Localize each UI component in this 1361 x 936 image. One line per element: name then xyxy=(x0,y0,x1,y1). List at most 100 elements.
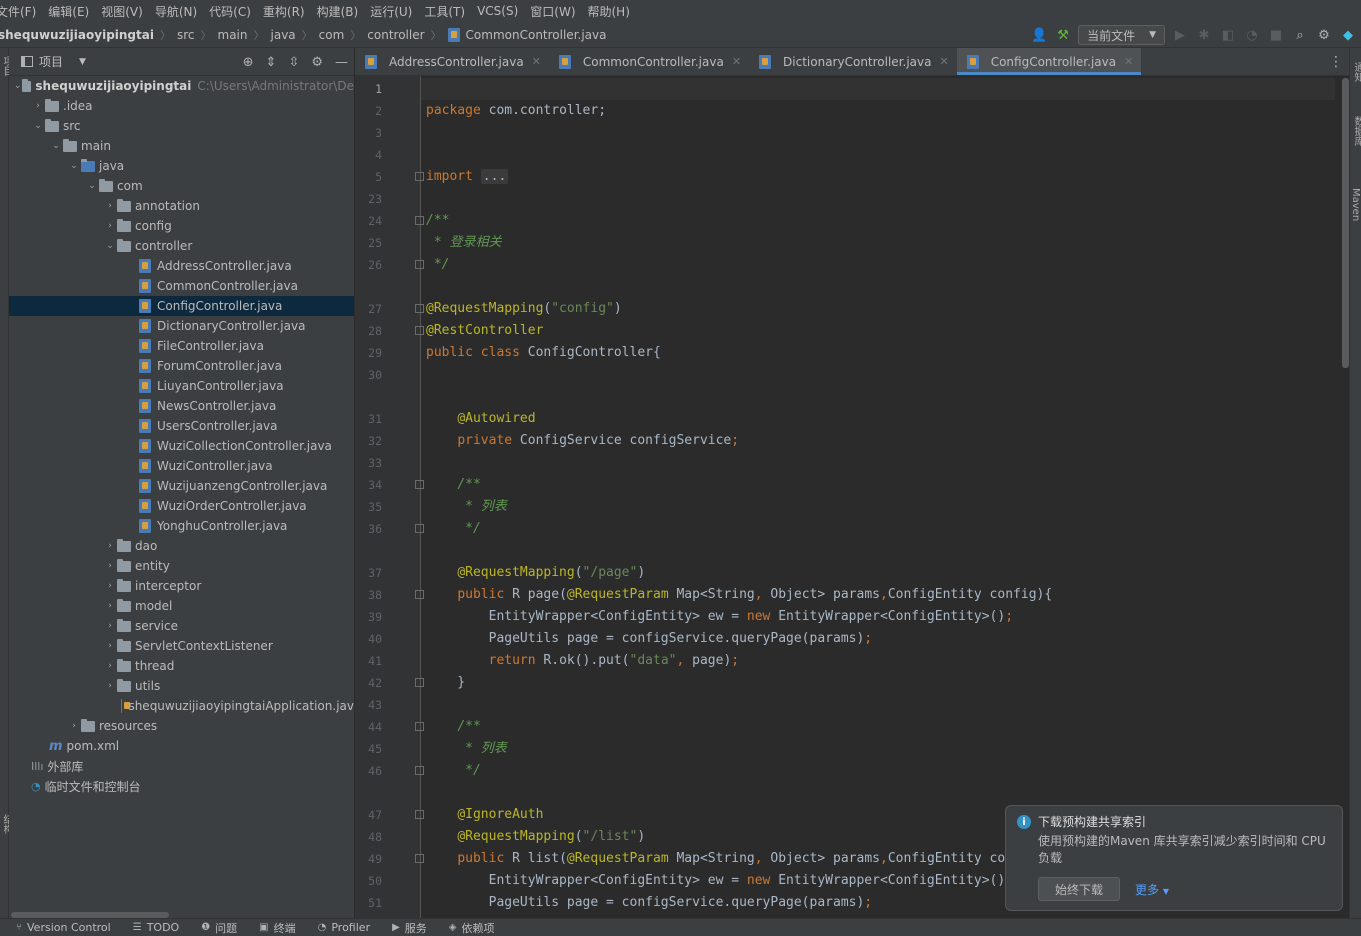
chevron-right-icon[interactable]: › xyxy=(103,561,117,571)
user-icon[interactable]: 👤 xyxy=(1030,26,1048,44)
fold-marker-icon[interactable] xyxy=(415,810,424,819)
tree-item-src[interactable]: ⌄ src xyxy=(9,116,354,136)
tree-file[interactable]: WuziCollectionController.java xyxy=(9,436,354,456)
tree-file-selected[interactable]: ConfigController.java xyxy=(9,296,354,316)
tree-file[interactable]: NewsController.java xyxy=(9,396,354,416)
chevron-down-icon[interactable]: ⌄ xyxy=(67,161,81,171)
fold-marker-icon[interactable] xyxy=(415,722,424,731)
run-icon[interactable]: ▶ xyxy=(1171,26,1189,44)
maven-tool-tab[interactable]: Maven xyxy=(1350,188,1361,221)
tab-address-controller[interactable]: AddressController.java ✕ xyxy=(355,48,549,75)
project-view-selector[interactable]: 项目 ▼ xyxy=(21,53,86,70)
tree-item-com[interactable]: ⌄ com xyxy=(9,176,354,196)
tree-item-entity[interactable]: › entity xyxy=(9,556,354,576)
tree-item-dao[interactable]: › dao xyxy=(9,536,354,556)
tool-tab-terminal[interactable]: ▣ 终端 xyxy=(259,920,295,936)
tree-file[interactable]: ForumController.java xyxy=(9,356,354,376)
chevron-right-icon[interactable]: › xyxy=(103,201,117,211)
chevron-right-icon[interactable]: › xyxy=(103,601,117,611)
chevron-right-icon[interactable]: › xyxy=(103,641,117,651)
tree-item-config[interactable]: › config xyxy=(9,216,354,236)
fold-marker-icon[interactable] xyxy=(415,854,424,863)
close-icon[interactable]: ✕ xyxy=(939,55,948,68)
tree-file[interactable]: WuzijuanzengController.java xyxy=(9,476,354,496)
chevron-right-icon[interactable]: › xyxy=(31,101,45,111)
tree-item-resources[interactable]: › resources xyxy=(9,716,354,736)
breadcrumb-com[interactable]: com xyxy=(319,28,345,42)
breadcrumb-project[interactable]: shequwuzijiaoyipingtai xyxy=(0,28,154,42)
chevron-right-icon[interactable]: › xyxy=(103,621,117,631)
menu-build[interactable]: 构建(B) xyxy=(311,3,365,20)
close-icon[interactable]: ✕ xyxy=(732,55,741,68)
breadcrumb-main[interactable]: main xyxy=(218,28,248,42)
tree-file[interactable]: CommonController.java xyxy=(9,276,354,296)
tree-item-controller[interactable]: ⌄ controller xyxy=(9,236,354,256)
menu-tools[interactable]: 工具(T) xyxy=(418,3,471,20)
close-icon[interactable]: ✕ xyxy=(1124,55,1133,68)
profile-icon[interactable]: ◔ xyxy=(1243,26,1261,44)
chevron-right-icon[interactable]: › xyxy=(67,721,81,731)
tool-tab-services[interactable]: ▶ 服务 xyxy=(392,920,427,936)
breadcrumb-file[interactable]: CommonController.java xyxy=(466,28,607,42)
menu-edit[interactable]: 编辑(E) xyxy=(42,3,95,20)
tree-item-service[interactable]: › service xyxy=(9,616,354,636)
tree-item-main[interactable]: ⌄ main xyxy=(9,136,354,156)
chevron-down-icon[interactable]: ⌄ xyxy=(103,241,117,251)
tab-config-controller[interactable]: ConfigController.java ✕ xyxy=(956,48,1142,75)
always-download-button[interactable]: 始终下载 xyxy=(1038,877,1120,901)
editor-vertical-scrollbar[interactable] xyxy=(1342,78,1349,368)
fold-marker-icon[interactable] xyxy=(415,678,424,687)
menu-run[interactable]: 运行(U) xyxy=(364,3,418,20)
breadcrumb-src[interactable]: src xyxy=(177,28,195,42)
hide-icon[interactable]: — xyxy=(335,55,348,70)
fold-marker-icon[interactable] xyxy=(415,326,424,335)
tool-tab-profiler[interactable]: ◔ Profiler xyxy=(318,921,370,934)
tree-file-pom[interactable]: m pom.xml xyxy=(9,736,354,756)
chevron-down-icon[interactable]: ⌄ xyxy=(31,121,45,131)
tree-file[interactable]: FileController.java xyxy=(9,336,354,356)
tree-item-idea[interactable]: › .idea xyxy=(9,96,354,116)
tree-file[interactable]: WuziOrderController.java xyxy=(9,496,354,516)
tab-dictionary-controller[interactable]: DictionaryController.java ✕ xyxy=(749,48,957,75)
tab-common-controller[interactable]: CommonController.java ✕ xyxy=(549,48,749,75)
collapse-all-icon[interactable]: ⇳ xyxy=(288,55,299,70)
database-tool-tab[interactable]: 数据库 xyxy=(1350,116,1361,146)
locate-icon[interactable]: ⊕ xyxy=(243,55,254,70)
menu-vcs[interactable]: VCS(S) xyxy=(471,4,524,18)
more-actions-link[interactable]: 更多 ▼ xyxy=(1135,881,1169,898)
breadcrumb-controller[interactable]: controller xyxy=(367,28,424,42)
chevron-down-icon[interactable]: ⌄ xyxy=(85,181,99,191)
menu-window[interactable]: 窗口(W) xyxy=(524,3,581,20)
hammer-icon[interactable]: ⚒ xyxy=(1054,26,1072,44)
fold-marker-icon[interactable] xyxy=(415,766,424,775)
menu-view[interactable]: 视图(V) xyxy=(95,3,149,20)
tree-item-external-libraries[interactable]: Illı 外部库 xyxy=(9,756,354,776)
tree-item-scratches[interactable]: ◔ 临时文件和控制台 xyxy=(9,776,354,796)
tree-file[interactable]: UsersController.java xyxy=(9,416,354,436)
gear-icon[interactable]: ⚙ xyxy=(1315,26,1333,44)
tool-tab-todo[interactable]: ☰ TODO xyxy=(133,921,179,934)
tree-file-application[interactable]: shequwuzijiaoyipingtaiApplication.jav xyxy=(9,696,354,716)
menu-code[interactable]: 代码(C) xyxy=(203,3,257,20)
fold-marker-icon[interactable] xyxy=(415,480,424,489)
coverage-icon[interactable]: ◧ xyxy=(1219,26,1237,44)
chevron-right-icon[interactable]: › xyxy=(103,221,117,231)
chevron-right-icon[interactable]: › xyxy=(103,661,117,671)
tree-file[interactable]: LiuyanController.java xyxy=(9,376,354,396)
tree-item-servletcontextlistener[interactable]: › ServletContextListener xyxy=(9,636,354,656)
search-icon[interactable]: ⌕ xyxy=(1291,26,1309,44)
fold-marker-icon[interactable] xyxy=(415,524,424,533)
tree-file[interactable]: AddressController.java xyxy=(9,256,354,276)
chevron-down-icon[interactable]: ⌄ xyxy=(13,81,22,91)
stop-icon[interactable]: ■ xyxy=(1267,26,1285,44)
menu-refactor[interactable]: 重构(R) xyxy=(257,3,311,20)
more-tabs-icon[interactable]: ⋮ xyxy=(1329,48,1343,76)
fold-marker-icon[interactable] xyxy=(415,172,424,181)
tree-file[interactable]: WuziController.java xyxy=(9,456,354,476)
gear-icon[interactable]: ⚙ xyxy=(311,55,323,70)
fold-marker-icon[interactable] xyxy=(415,216,424,225)
tree-root[interactable]: ⌄ shequwuzijiaoyipingtai C:\Users\Admini… xyxy=(9,76,354,96)
tool-tab-dependencies[interactable]: ◈ 依赖项 xyxy=(449,920,495,936)
tree-item-annotation[interactable]: › annotation xyxy=(9,196,354,216)
tree-item-interceptor[interactable]: › interceptor xyxy=(9,576,354,596)
